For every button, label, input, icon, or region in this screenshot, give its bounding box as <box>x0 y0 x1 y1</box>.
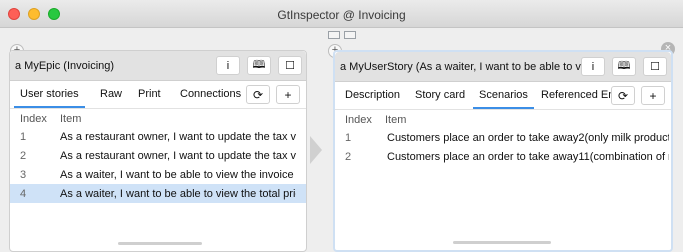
row-item: As a restaurant owner, I want to update … <box>60 131 296 143</box>
table-row[interactable]: 3 As a waiter, I want to be able to view… <box>10 165 306 184</box>
row-index: 2 <box>345 151 352 163</box>
row-item: As a waiter, I want to be able to view t… <box>60 188 296 200</box>
table-row-selected[interactable]: 4 As a waiter, I want to be able to view… <box>10 184 306 203</box>
row-index: 4 <box>20 188 27 200</box>
tab-story-card[interactable]: Story card <box>415 89 465 101</box>
tab-raw[interactable]: Raw <box>100 88 122 100</box>
left-add-button[interactable]: + <box>276 85 300 104</box>
left-info-button[interactable]: i <box>216 56 240 75</box>
table-row[interactable]: 1 As a restaurant owner, I want to updat… <box>10 127 306 146</box>
right-book-button[interactable]: 🕮 <box>612 57 636 76</box>
table-row[interactable]: 2 Customers place an order to take away1… <box>335 147 671 166</box>
right-info-button[interactable]: i <box>581 57 605 76</box>
row-index: 3 <box>20 169 27 181</box>
tab-print[interactable]: Print <box>138 88 161 100</box>
pane-arrow-icon <box>310 136 322 164</box>
column-item: Item <box>385 114 407 126</box>
right-horizontal-scrollbar[interactable] <box>453 241 551 244</box>
left-pane-title: a MyEpic (Invoicing) <box>15 60 115 72</box>
left-tabs: User stories Raw Print Connections ⟳ + <box>10 81 306 109</box>
left-pane-header: a MyEpic (Invoicing) i 🕮 ☐ <box>10 51 306 81</box>
left-pane: a MyEpic (Invoicing) i 🕮 ☐ User stories … <box>9 50 307 252</box>
tab-description[interactable]: Description <box>345 89 400 101</box>
tab-scenarios[interactable]: Scenarios <box>473 89 534 109</box>
left-table-header: Index Item <box>10 109 306 127</box>
table-row[interactable]: 2 As a restaurant owner, I want to updat… <box>10 146 306 165</box>
tab-user-stories[interactable]: User stories <box>14 88 85 108</box>
pager-page-1[interactable] <box>328 31 340 39</box>
left-book-button[interactable]: 🕮 <box>247 56 271 75</box>
left-square-button[interactable]: ☐ <box>278 56 302 75</box>
right-pane-header: a MyUserStory (As a waiter, I want to be… <box>335 52 671 82</box>
column-index: Index <box>20 113 47 125</box>
tab-referenced-entities[interactable]: Referenced Ent <box>541 89 619 101</box>
row-item: As a waiter, I want to be able to view t… <box>60 169 296 181</box>
right-pane-title: a MyUserStory (As a waiter, I want to be… <box>340 61 590 73</box>
column-item: Item <box>60 113 82 125</box>
right-table-header: Index Item <box>335 110 671 128</box>
row-item: As a restaurant owner, I want to update … <box>60 150 296 162</box>
right-refresh-button[interactable]: ⟳ <box>611 86 635 105</box>
right-tabs: Description Story card Scenarios Referen… <box>335 82 671 110</box>
window-title: GtInspector @ Invoicing <box>277 8 406 22</box>
pager-indicator <box>328 31 356 39</box>
right-pane: a MyUserStory (As a waiter, I want to be… <box>333 50 673 252</box>
row-item: Customers place an order to take away11(… <box>387 151 669 163</box>
row-index: 1 <box>345 132 352 144</box>
right-add-button[interactable]: + <box>641 86 665 105</box>
row-index: 1 <box>20 131 27 143</box>
tab-connections[interactable]: Connections <box>180 88 241 100</box>
column-index: Index <box>345 114 372 126</box>
row-index: 2 <box>20 150 27 162</box>
right-square-button[interactable]: ☐ <box>643 57 667 76</box>
pager-page-2[interactable] <box>344 31 356 39</box>
row-item: Customers place an order to take away2(o… <box>387 132 669 144</box>
title-bar: GtInspector @ Invoicing <box>0 0 683 28</box>
inspector-content: + + × a MyEpic (Invoicing) i 🕮 ☐ User st… <box>0 28 683 252</box>
left-refresh-button[interactable]: ⟳ <box>246 85 270 104</box>
left-horizontal-scrollbar[interactable] <box>118 242 202 245</box>
table-row[interactable]: 1 Customers place an order to take away2… <box>335 128 671 147</box>
